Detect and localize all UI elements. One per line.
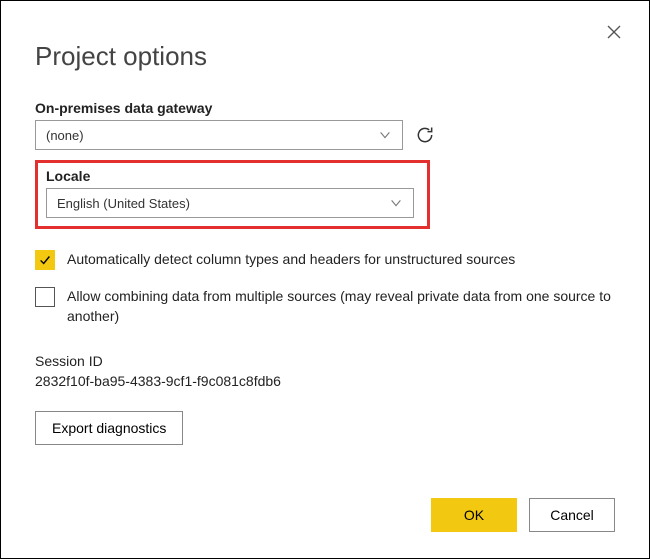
export-diagnostics-button[interactable]: Export diagnostics bbox=[35, 411, 183, 445]
allow-combine-checkbox[interactable] bbox=[35, 287, 55, 307]
auto-detect-checkbox[interactable] bbox=[35, 250, 55, 270]
session-id-value: 2832f10f-ba95-4383-9cf1-f9c081c8fdb6 bbox=[35, 373, 615, 389]
gateway-label: On-premises data gateway bbox=[35, 100, 615, 116]
locale-label: Locale bbox=[46, 168, 419, 184]
session-id-label: Session ID bbox=[35, 353, 615, 369]
refresh-gateway-button[interactable] bbox=[413, 123, 437, 147]
auto-detect-option: Automatically detect column types and he… bbox=[35, 249, 615, 270]
ok-button[interactable]: OK bbox=[431, 498, 517, 532]
chevron-down-icon bbox=[389, 196, 403, 210]
close-icon bbox=[606, 24, 622, 40]
dialog-footer: OK Cancel bbox=[431, 498, 615, 532]
check-icon bbox=[38, 253, 52, 267]
refresh-icon bbox=[415, 125, 435, 145]
cancel-button[interactable]: Cancel bbox=[529, 498, 615, 532]
project-options-dialog: Project options On-premises data gateway… bbox=[5, 5, 645, 554]
allow-combine-label: Allow combining data from multiple sourc… bbox=[67, 286, 615, 327]
gateway-selected-value: (none) bbox=[46, 128, 84, 143]
auto-detect-label: Automatically detect column types and he… bbox=[67, 249, 515, 269]
allow-combine-option: Allow combining data from multiple sourc… bbox=[35, 286, 615, 327]
locale-dropdown[interactable]: English (United States) bbox=[46, 188, 414, 218]
locale-selected-value: English (United States) bbox=[57, 196, 190, 211]
gateway-dropdown[interactable]: (none) bbox=[35, 120, 403, 150]
session-block: Session ID 2832f10f-ba95-4383-9cf1-f9c08… bbox=[35, 353, 615, 389]
chevron-down-icon bbox=[378, 128, 392, 142]
dialog-title: Project options bbox=[35, 41, 615, 72]
locale-highlight-box: Locale English (United States) bbox=[35, 160, 430, 229]
close-button[interactable] bbox=[603, 21, 625, 43]
